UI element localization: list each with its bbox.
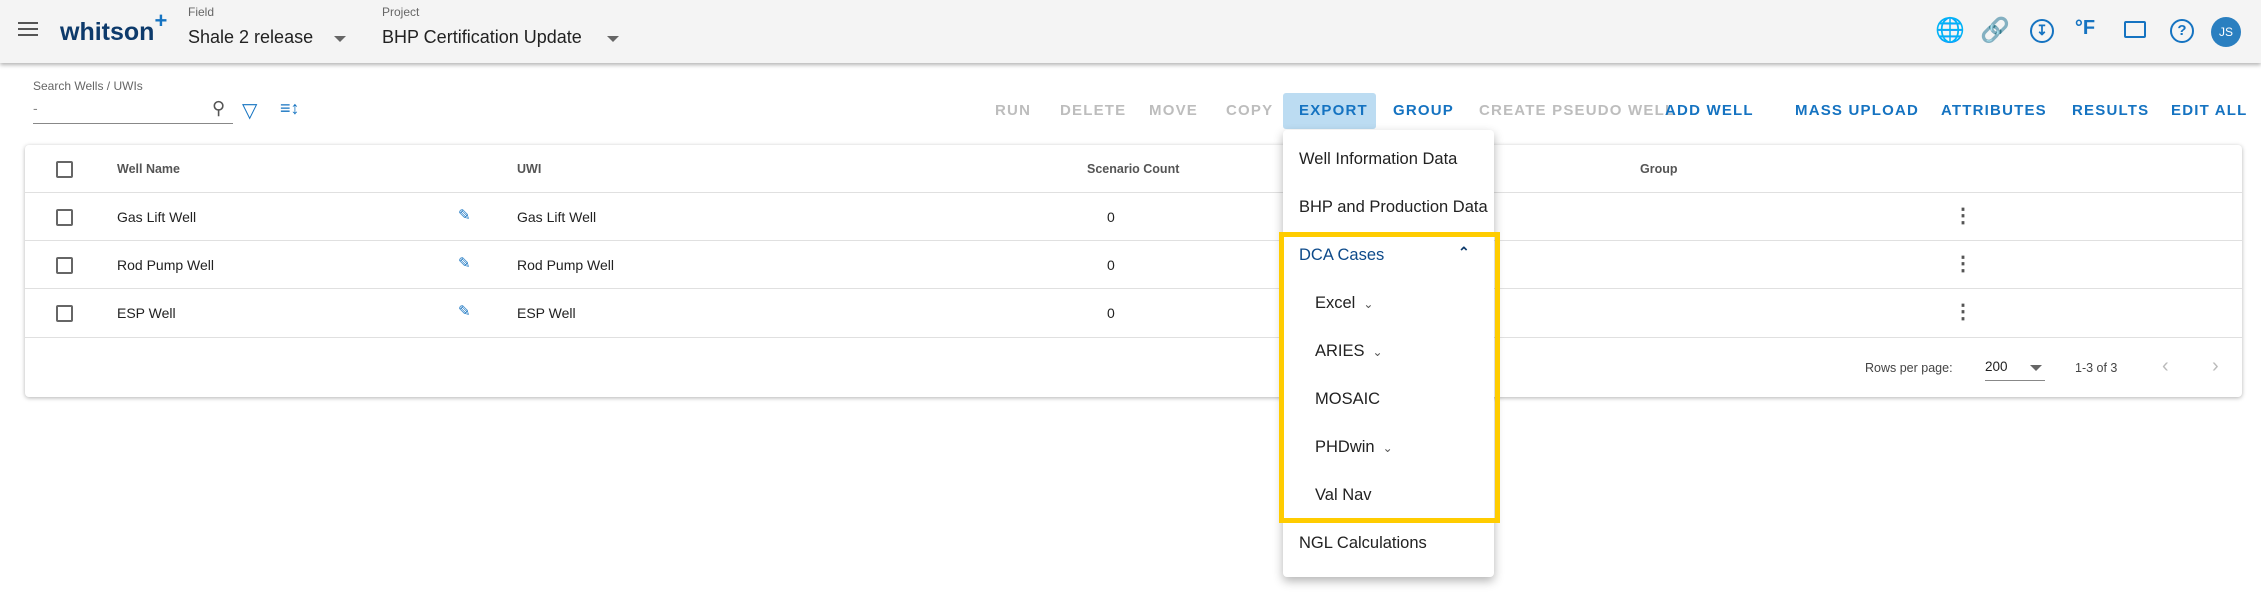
table-row[interactable]: Rod Pump Well ✎ Rod Pump Well 0 ⋮ [25, 241, 2242, 289]
col-group[interactable]: Group [1640, 162, 1678, 176]
field-label: Field [188, 5, 215, 19]
results-button[interactable]: RESULTS [2072, 102, 2149, 119]
next-page-icon[interactable]: › [2212, 355, 2219, 378]
well-name: ESP Well [117, 305, 176, 321]
search-input[interactable]: - [33, 96, 233, 124]
pagination-range: 1-3 of 3 [2075, 361, 2118, 375]
download-icon[interactable]: ↧ [2030, 19, 2054, 43]
link-icon[interactable]: 🔗 [1980, 16, 2010, 45]
more-icon[interactable]: ⋮ [1953, 251, 1973, 276]
project-dropdown-icon[interactable] [607, 36, 619, 42]
scenario-count: 0 [1107, 209, 1115, 225]
create-pseudo-well-button[interactable]: CREATE PSEUDO WELL [1479, 102, 1675, 119]
row-checkbox[interactable] [56, 257, 73, 274]
uwi: ESP Well [517, 305, 576, 321]
temperature-unit-icon[interactable]: °F [2070, 17, 2100, 40]
help-icon[interactable]: ? [2170, 19, 2194, 43]
field-select[interactable]: Shale 2 release [188, 27, 313, 48]
menu-item-ngl-calculations[interactable]: NGL Calculations [1299, 534, 1427, 553]
feedback-icon[interactable] [2124, 21, 2146, 38]
table-row[interactable]: Gas Lift Well ✎ Gas Lift Well 0 ⋮ [25, 193, 2242, 241]
app-header: whitson+ Field Shale 2 release Project B… [0, 0, 2261, 63]
run-button[interactable]: RUN [995, 102, 1031, 119]
project-select[interactable]: BHP Certification Update [382, 27, 582, 48]
project-label: Project [382, 5, 420, 19]
search-label: Search Wells / UWIs [33, 79, 143, 93]
globe-icon[interactable]: 🌐 [1935, 16, 1965, 45]
uwi: Gas Lift Well [517, 209, 597, 225]
prev-page-icon[interactable]: ‹ [2162, 355, 2169, 378]
rows-per-page-label: Rows per page: [1865, 361, 1953, 375]
search-icon[interactable]: ⚲ [212, 98, 225, 119]
attributes-button[interactable]: ATTRIBUTES [1941, 102, 2047, 119]
wells-table: Well Name UWI Scenario Count Group Gas L… [25, 145, 2242, 397]
filter-icon[interactable]: ▽ [242, 98, 257, 123]
user-avatar[interactable]: JS [2211, 17, 2241, 47]
well-name: Rod Pump Well [117, 257, 215, 273]
edit-icon[interactable]: ✎ [458, 254, 471, 272]
copy-button[interactable]: COPY [1226, 102, 1273, 119]
row-checkbox[interactable] [56, 305, 73, 322]
field-dropdown-icon[interactable] [334, 36, 346, 42]
col-uwi[interactable]: UWI [517, 162, 541, 176]
uwi: Rod Pump Well [517, 257, 615, 273]
scenario-count: 0 [1107, 257, 1115, 273]
move-button[interactable]: MOVE [1149, 102, 1198, 119]
menu-item-bhp-production-data[interactable]: BHP and Production Data [1299, 198, 1488, 217]
more-icon[interactable]: ⋮ [1953, 299, 1973, 324]
menu-icon[interactable] [18, 22, 38, 36]
edit-all-button[interactable]: EDIT ALL [2171, 102, 2248, 119]
table-row[interactable]: ESP Well ✎ ESP Well 0 ⋮ [25, 289, 2242, 338]
menu-item-well-information-data[interactable]: Well Information Data [1299, 150, 1457, 169]
group-button[interactable]: GROUP [1393, 102, 1454, 119]
add-well-button[interactable]: ADD WELL [1665, 102, 1754, 119]
sort-icon[interactable]: ≡↕ [280, 98, 300, 119]
col-well-name[interactable]: Well Name [117, 162, 180, 176]
export-button[interactable]: EXPORT [1299, 102, 1368, 119]
mass-upload-button[interactable]: MASS UPLOAD [1795, 102, 1919, 119]
well-name: Gas Lift Well [117, 209, 197, 225]
scenario-count: 0 [1107, 305, 1115, 321]
row-checkbox[interactable] [56, 209, 73, 226]
edit-icon[interactable]: ✎ [458, 302, 471, 320]
logo: whitson+ [60, 8, 168, 46]
table-header: Well Name UWI Scenario Count Group [25, 145, 2242, 193]
more-icon[interactable]: ⋮ [1953, 203, 1973, 228]
delete-button[interactable]: DELETE [1060, 102, 1126, 119]
rows-per-page-dropdown-icon[interactable] [2030, 365, 2042, 371]
col-scenario-count[interactable]: Scenario Count [1087, 162, 1179, 176]
select-all-checkbox[interactable] [56, 161, 73, 178]
edit-icon[interactable]: ✎ [458, 206, 471, 224]
highlight-box [1279, 232, 1500, 523]
